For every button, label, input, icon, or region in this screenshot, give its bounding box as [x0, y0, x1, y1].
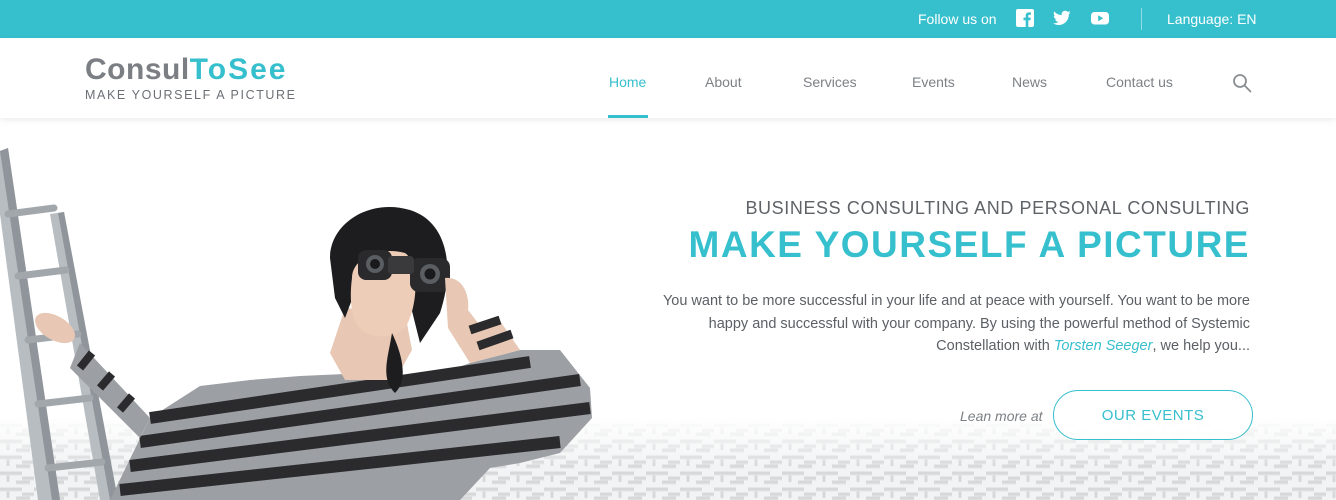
- top-bar: Follow us on Language: EN: [0, 0, 1336, 38]
- logo-part-consul: Consul: [85, 53, 190, 86]
- youtube-icon[interactable]: [1091, 9, 1109, 27]
- nav-events[interactable]: Events: [912, 74, 955, 90]
- torsten-seeger-link[interactable]: Torsten Seeger: [1054, 338, 1153, 354]
- nav-home[interactable]: Home: [609, 74, 646, 90]
- nav-services[interactable]: Services: [803, 74, 857, 90]
- facebook-icon[interactable]: [1016, 9, 1034, 27]
- follow-us-label: Follow us on: [918, 11, 997, 27]
- nav-news[interactable]: News: [1012, 74, 1047, 90]
- twitter-icon[interactable]: [1053, 9, 1071, 27]
- logo-wordmark: ConsulToSee: [85, 53, 297, 87]
- learn-more-label: Lean more at: [960, 408, 1043, 424]
- hero-headline: MAKE YOURSELF A PICTURE: [688, 224, 1250, 265]
- language-selector[interactable]: Language: EN: [1167, 11, 1257, 27]
- our-events-button[interactable]: OUR EVENTS: [1053, 390, 1253, 440]
- hero-description: You want to be more successful in your l…: [640, 290, 1250, 358]
- logo[interactable]: ConsulToSee MAKE YOURSELF A PICTURE: [85, 53, 297, 102]
- top-bar-divider: [1141, 8, 1142, 30]
- hero-subtitle: BUSINESS CONSULTING AND PERSONAL CONSULT…: [745, 198, 1250, 218]
- logo-tagline: MAKE YOURSELF A PICTURE: [85, 88, 297, 102]
- nav-contact-us[interactable]: Contact us: [1106, 74, 1173, 90]
- hero-description-end: , we help you...: [1152, 338, 1250, 354]
- logo-part-tosee: ToSee: [189, 53, 288, 86]
- search-icon[interactable]: [1232, 73, 1252, 93]
- nav-about[interactable]: About: [705, 74, 742, 90]
- hero-section: BUSINESS CONSULTING AND PERSONAL CONSULT…: [0, 118, 1336, 500]
- main-navbar: ConsulToSee MAKE YOURSELF A PICTURE Home…: [0, 38, 1336, 118]
- active-nav-indicator: [608, 115, 648, 118]
